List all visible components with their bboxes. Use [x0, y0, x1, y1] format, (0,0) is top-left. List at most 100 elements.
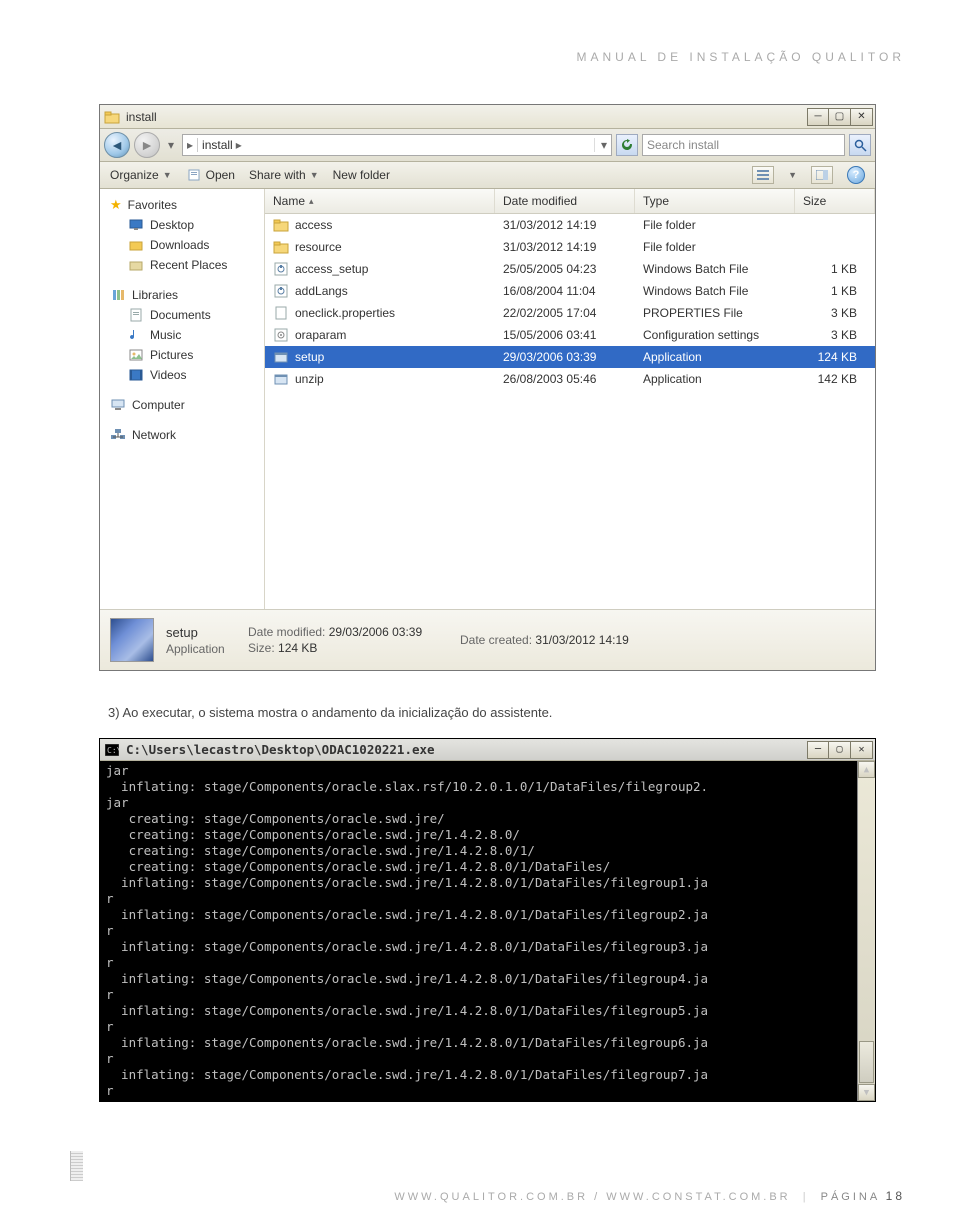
forward-button[interactable]: ►: [134, 132, 160, 158]
file-date: 25/05/2005 04:23: [495, 262, 635, 276]
help-button[interactable]: ?: [847, 166, 865, 184]
file-row[interactable]: setup29/03/2006 03:39Application124 KB: [265, 346, 875, 368]
col-date[interactable]: Date modified: [495, 189, 635, 213]
details-date: 29/03/2006 03:39: [329, 625, 422, 639]
file-icon: [273, 305, 289, 321]
file-date: 31/03/2012 14:19: [495, 218, 635, 232]
maximize-button[interactable]: ▢: [829, 108, 851, 126]
address-bar: ◄ ► ▾ ▸ install ▸ ▾ Search install: [100, 129, 875, 162]
minimize-button[interactable]: ─: [807, 108, 829, 126]
preview-pane-button[interactable]: [811, 166, 833, 184]
details-size: 124 KB: [278, 641, 317, 655]
close-button[interactable]: ✕: [851, 108, 873, 126]
explorer-window: install ─ ▢ ✕ ◄ ► ▾ ▸ install ▸ ▾: [99, 104, 876, 671]
col-size[interactable]: Size: [795, 189, 875, 213]
file-name: access: [295, 218, 332, 232]
search-button[interactable]: [849, 134, 871, 156]
breadcrumb-item[interactable]: install: [202, 138, 233, 152]
nav-downloads[interactable]: Downloads: [100, 235, 264, 255]
documents-icon: [128, 307, 144, 323]
console-minimize-button[interactable]: ─: [807, 741, 829, 759]
organize-menu[interactable]: Organize▼: [110, 168, 172, 182]
file-name: oraparam: [295, 328, 346, 342]
file-size: 142 KB: [795, 372, 875, 386]
col-name[interactable]: Name▴: [265, 189, 495, 213]
folder-icon: [273, 217, 289, 233]
file-name: oneclick.properties: [295, 306, 395, 320]
open-icon: [186, 167, 202, 183]
details-pane: setup Application Date modified: 29/03/2…: [100, 609, 875, 670]
details-created: 31/03/2012 14:19: [535, 633, 628, 647]
file-row[interactable]: access_setup25/05/2005 04:23Windows Batc…: [265, 258, 875, 280]
footer-url2: WWW.CONSTAT.COM.BR: [606, 1191, 790, 1203]
nav-network[interactable]: Network: [100, 425, 264, 445]
view-dropdown[interactable]: ▼: [788, 170, 797, 180]
file-row[interactable]: resource31/03/2012 14:19File folder: [265, 236, 875, 258]
file-type: Configuration settings: [635, 328, 795, 342]
view-menu[interactable]: [752, 166, 774, 184]
file-size: 3 KB: [795, 306, 875, 320]
col-type[interactable]: Type: [635, 189, 795, 213]
history-dropdown[interactable]: ▾: [164, 132, 178, 158]
breadcrumb[interactable]: ▸ install ▸ ▾: [182, 134, 612, 156]
file-type: Windows Batch File: [635, 284, 795, 298]
file-row[interactable]: access 31/03/2012 14:19File folder: [265, 214, 875, 236]
scroll-up-button[interactable]: ▲: [858, 761, 875, 778]
console-scrollbar[interactable]: ▲ ▼: [857, 761, 875, 1101]
back-button[interactable]: ◄: [104, 132, 130, 158]
console-close-button[interactable]: ✕: [851, 741, 873, 759]
bat-icon: [273, 283, 289, 299]
share-menu[interactable]: Share with▼: [249, 168, 319, 182]
breadcrumb-dropdown[interactable]: ▾: [594, 138, 607, 152]
nav-libraries[interactable]: Libraries: [100, 285, 264, 305]
footer-url1: WWW.QUALITOR.COM.BR: [394, 1191, 588, 1203]
music-icon: [128, 327, 144, 343]
file-size: 3 KB: [795, 328, 875, 342]
file-type: File folder: [635, 218, 795, 232]
command-bar: Organize▼ Open Share with▼ New folder ▼ …: [100, 162, 875, 189]
details-thumbnail: [110, 618, 154, 662]
nav-pictures[interactable]: Pictures: [100, 345, 264, 365]
nav-desktop[interactable]: Desktop: [100, 215, 264, 235]
console-window: C:\ C:\Users\lecastro\Desktop\ODAC102022…: [99, 738, 876, 1102]
nav-documents[interactable]: Documents: [100, 305, 264, 325]
explorer-titlebar: install ─ ▢ ✕: [100, 105, 875, 129]
cmd-icon: C:\: [104, 742, 120, 758]
footer-page-num: 18: [886, 1189, 905, 1203]
open-button[interactable]: Open: [186, 167, 235, 183]
search-input[interactable]: Search install: [642, 134, 845, 156]
nav-recent[interactable]: Recent Places: [100, 255, 264, 275]
file-row[interactable]: oneclick.properties 22/02/2005 17:04PROPE…: [265, 302, 875, 324]
console-output: jar inflating: stage/Components/oracle.s…: [100, 761, 857, 1101]
recent-icon: [128, 257, 144, 273]
chevron-icon: ▸: [187, 138, 193, 152]
refresh-button[interactable]: [616, 134, 638, 156]
scroll-thumb[interactable]: [859, 1041, 874, 1083]
console-maximize-button[interactable]: ▢: [829, 741, 851, 759]
file-row[interactable]: unzip26/08/2003 05:46Application142 KB: [265, 368, 875, 390]
details-size-label: Size:: [248, 641, 275, 655]
app-icon: [273, 349, 289, 365]
nav-favorites[interactable]: ★Favorites: [100, 195, 264, 215]
file-name: unzip: [295, 372, 324, 386]
new-folder-button[interactable]: New folder: [333, 168, 390, 182]
downloads-icon: [128, 237, 144, 253]
nav-videos[interactable]: Videos: [100, 365, 264, 385]
file-date: 16/08/2004 11:04: [495, 284, 635, 298]
star-icon: ★: [110, 197, 122, 213]
file-row[interactable]: addLangs16/08/2004 11:04Windows Batch Fi…: [265, 280, 875, 302]
nav-music[interactable]: Music: [100, 325, 264, 345]
videos-icon: [128, 367, 144, 383]
chevron-icon: ▸: [236, 138, 242, 152]
folder-icon: [273, 239, 289, 255]
file-type: PROPERTIES File: [635, 306, 795, 320]
nav-computer[interactable]: Computer: [100, 395, 264, 415]
desktop-icon: [128, 217, 144, 233]
svg-text:C:\: C:\: [107, 746, 119, 755]
file-date: 22/02/2005 17:04: [495, 306, 635, 320]
nav-pane: ★Favorites Desktop Downloads Recent Plac…: [100, 189, 265, 609]
file-type: Application: [635, 372, 795, 386]
file-row[interactable]: oraparam15/05/2006 03:41Configuration se…: [265, 324, 875, 346]
scroll-down-button[interactable]: ▼: [858, 1084, 875, 1101]
file-date: 29/03/2006 03:39: [495, 350, 635, 364]
